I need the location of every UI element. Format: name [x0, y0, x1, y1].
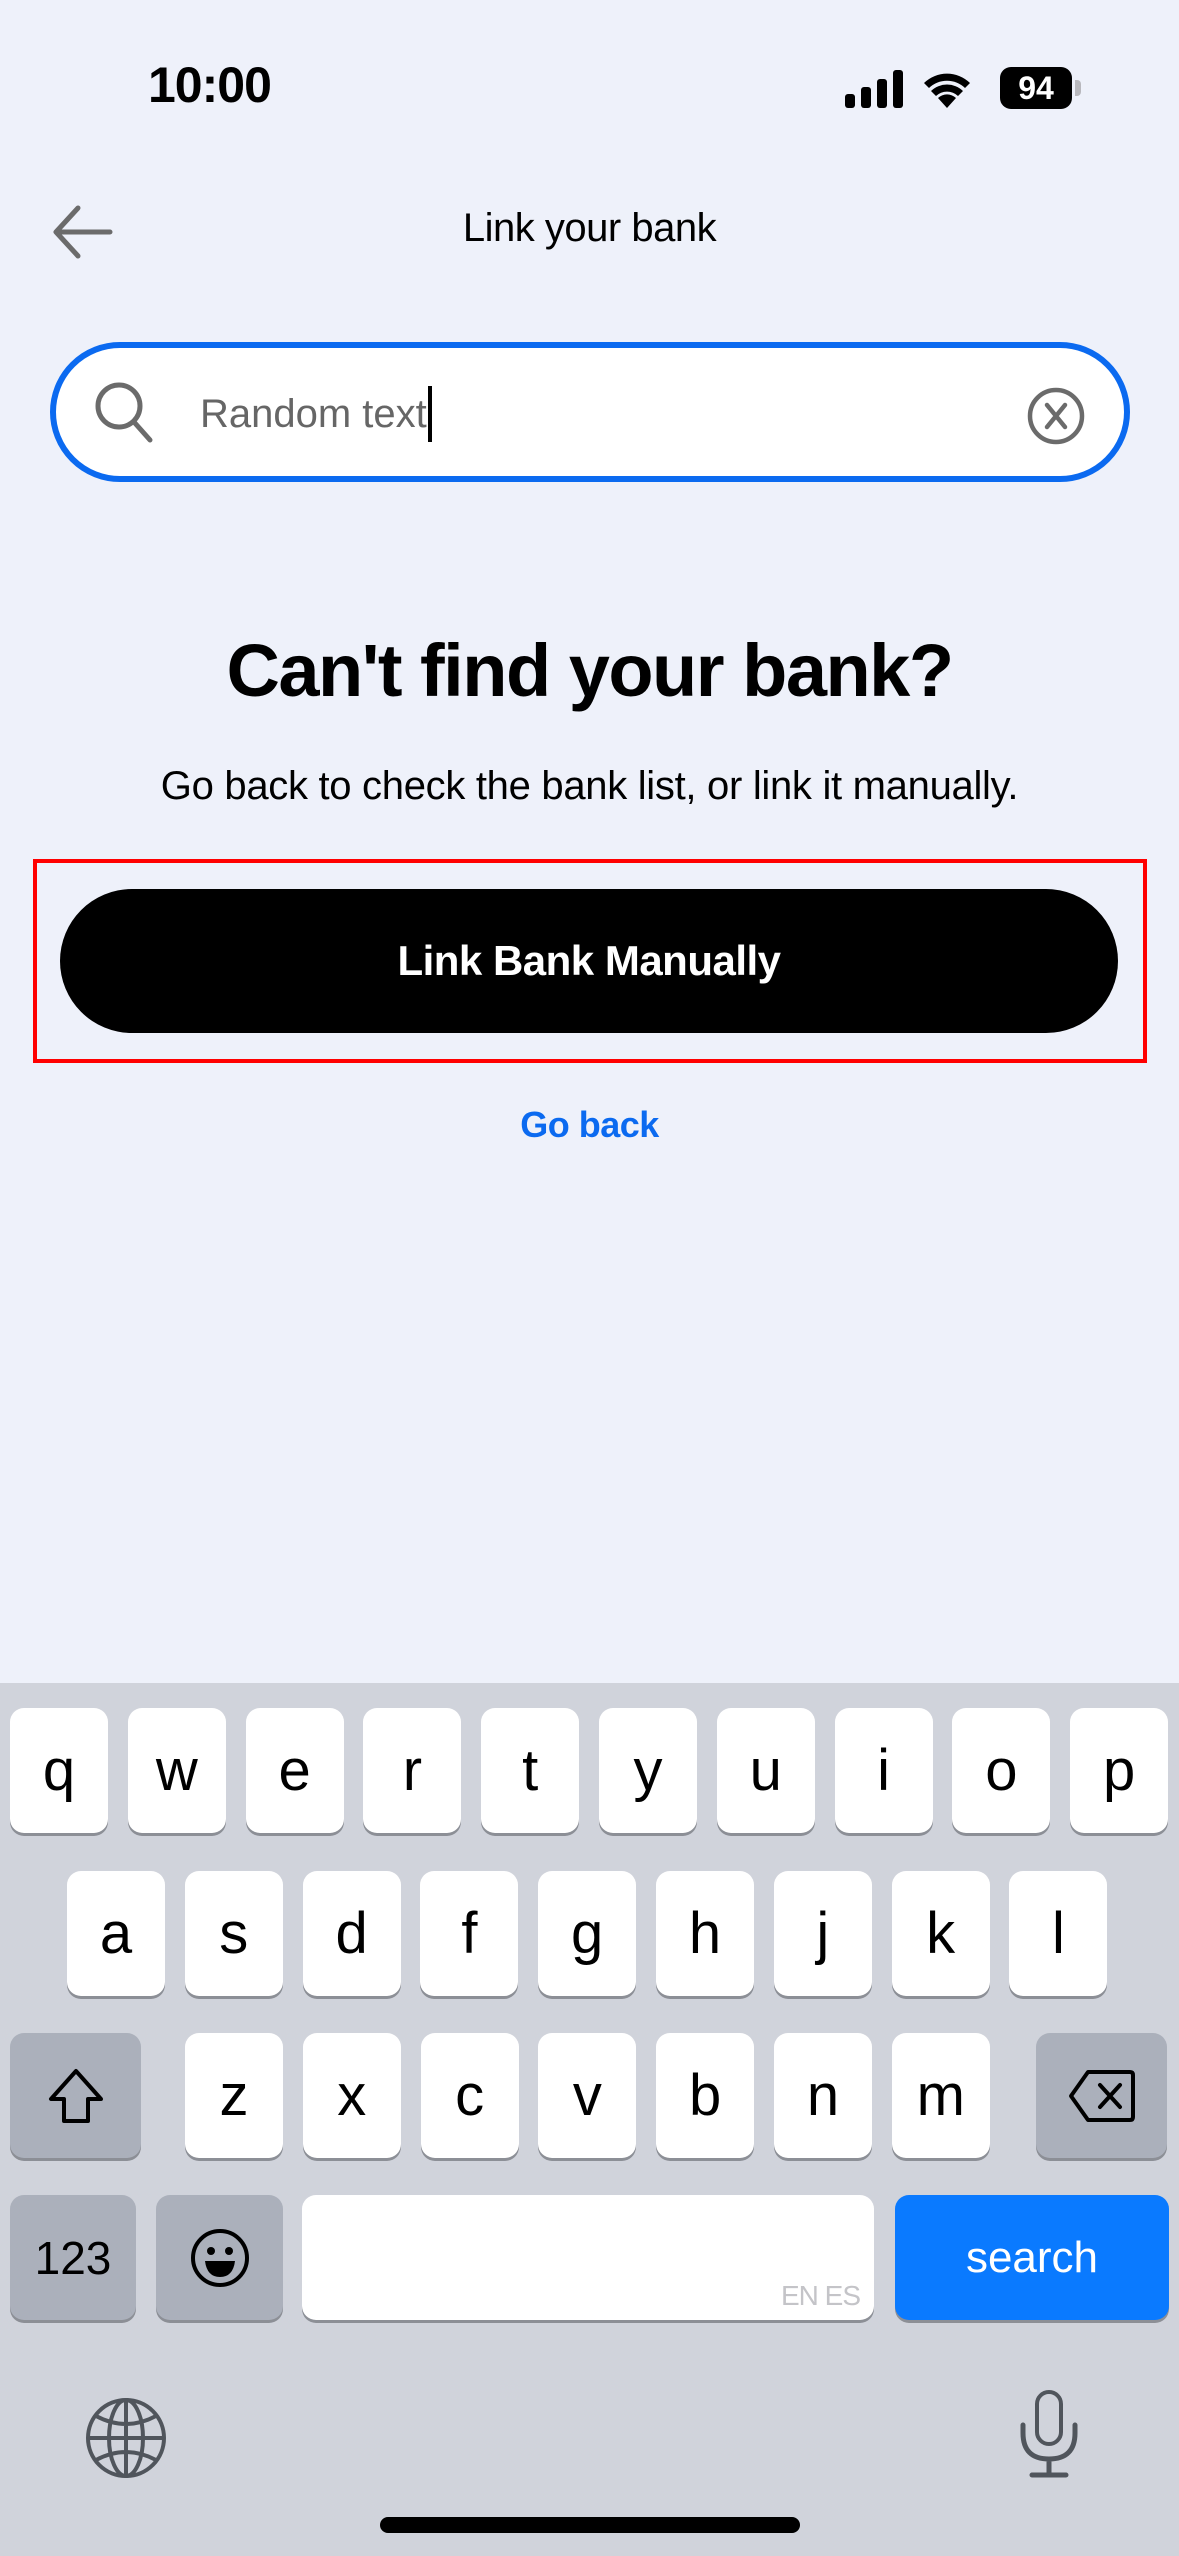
key-label: o [985, 1738, 1018, 1803]
key-label: c [455, 2063, 485, 2128]
space-language-hint: EN ES [780, 2280, 861, 2311]
key-label: z [219, 2063, 249, 2128]
key-label: d [335, 1901, 368, 1966]
key-r[interactable]: r [363, 1708, 462, 1833]
key-label: u [749, 1738, 782, 1803]
key-label: q [42, 1738, 76, 1803]
key-label: v [572, 2063, 602, 2128]
microphone-icon[interactable] [1018, 2389, 1080, 2481]
key-label: x [337, 2063, 367, 2128]
key-label: j [816, 1901, 830, 1966]
delete-key[interactable] [1036, 2033, 1167, 2158]
shift-icon [48, 2068, 103, 2123]
key-d[interactable]: d [302, 1871, 401, 1996]
delete-icon [1068, 2069, 1135, 2122]
key-label: f [461, 1901, 478, 1966]
key-u[interactable]: u [716, 1708, 815, 1833]
go-back-link[interactable]: Go back [0, 1104, 1179, 1146]
key-label: n [806, 2063, 840, 2128]
key-g[interactable]: g [538, 1871, 637, 1996]
page-title: Link your bank [462, 206, 717, 250]
key-label: m [916, 2063, 965, 2128]
key-n[interactable]: n [774, 2033, 872, 2158]
key-w[interactable]: w [127, 1708, 226, 1833]
key-label: p [1103, 1738, 1136, 1803]
shift-key[interactable] [10, 2033, 141, 2158]
key-label: g [571, 1901, 604, 1966]
clear-circle-x-icon[interactable] [1026, 386, 1086, 446]
key-label: t [522, 1738, 539, 1803]
empty-state-description: Go back to check the bank list, or link … [160, 764, 1019, 808]
search-value: Random text [200, 392, 427, 436]
key-label: h [688, 1901, 722, 1966]
signal-icon [845, 70, 903, 108]
key-label: y [633, 1738, 663, 1803]
search-field-text[interactable]: Random text [200, 386, 432, 442]
key-f[interactable]: f [420, 1871, 519, 1996]
key-s[interactable]: s [184, 1871, 283, 1996]
battery-icon: 94 [1000, 67, 1072, 109]
key-a[interactable]: a [67, 1871, 165, 1996]
key-c[interactable]: c [420, 2033, 519, 2158]
home-indicator [380, 2517, 800, 2533]
status-time: 10:00 [148, 57, 272, 113]
key-t[interactable]: t [481, 1708, 580, 1833]
key-label: i [877, 1738, 891, 1803]
key-label: s [219, 1901, 249, 1966]
numbers-key[interactable]: 123 [10, 2195, 136, 2320]
key-z[interactable]: z [185, 2033, 283, 2158]
key-l[interactable]: l [1009, 1871, 1108, 1996]
wifi-icon [924, 73, 970, 108]
key-q[interactable]: q [10, 1708, 108, 1833]
globe-icon[interactable] [84, 2396, 168, 2480]
key-k[interactable]: k [891, 1871, 990, 1996]
key-h[interactable]: h [656, 1871, 754, 1996]
key-label: a [99, 1901, 133, 1966]
key-j[interactable]: j [773, 1871, 872, 1996]
search-key-label: search [965, 2232, 1099, 2282]
space-key[interactable]: EN ES [302, 2195, 874, 2320]
keyboard: q w e r t y u i o p a s d f g h j k l z x c v b n m 123 EN ES s… [0, 1683, 1179, 2556]
nav-header: Link your bank [0, 170, 1179, 290]
key-i[interactable]: i [834, 1708, 933, 1833]
search-key[interactable]: search [895, 2195, 1169, 2320]
key-label: w [155, 1738, 198, 1803]
text-caret [427, 386, 432, 442]
emoji-key[interactable] [156, 2195, 283, 2320]
numbers-key-label: 123 [34, 2231, 112, 2284]
key-x[interactable]: x [302, 2033, 401, 2158]
key-v[interactable]: v [538, 2033, 637, 2158]
key-label: r [402, 1738, 423, 1803]
key-label: l [1051, 1901, 1065, 1966]
search-input[interactable]: Random text [50, 342, 1130, 482]
key-p[interactable]: p [1070, 1708, 1169, 1833]
key-y[interactable]: y [599, 1708, 697, 1833]
battery-tip [1075, 80, 1081, 96]
status-bar: 10:00 94 [0, 0, 1179, 170]
key-label: e [278, 1738, 311, 1803]
emoji-icon [190, 2228, 249, 2287]
key-label: k [926, 1901, 956, 1966]
link-bank-manually-button[interactable]: Link Bank Manually [60, 889, 1118, 1033]
key-e[interactable]: e [245, 1708, 344, 1833]
empty-state-heading: Can't find your bank? [226, 629, 954, 712]
key-o[interactable]: o [952, 1708, 1051, 1833]
key-b[interactable]: b [656, 2033, 755, 2158]
key-m[interactable]: m [891, 2033, 990, 2158]
search-icon [95, 382, 153, 443]
key-label: b [689, 2063, 722, 2128]
